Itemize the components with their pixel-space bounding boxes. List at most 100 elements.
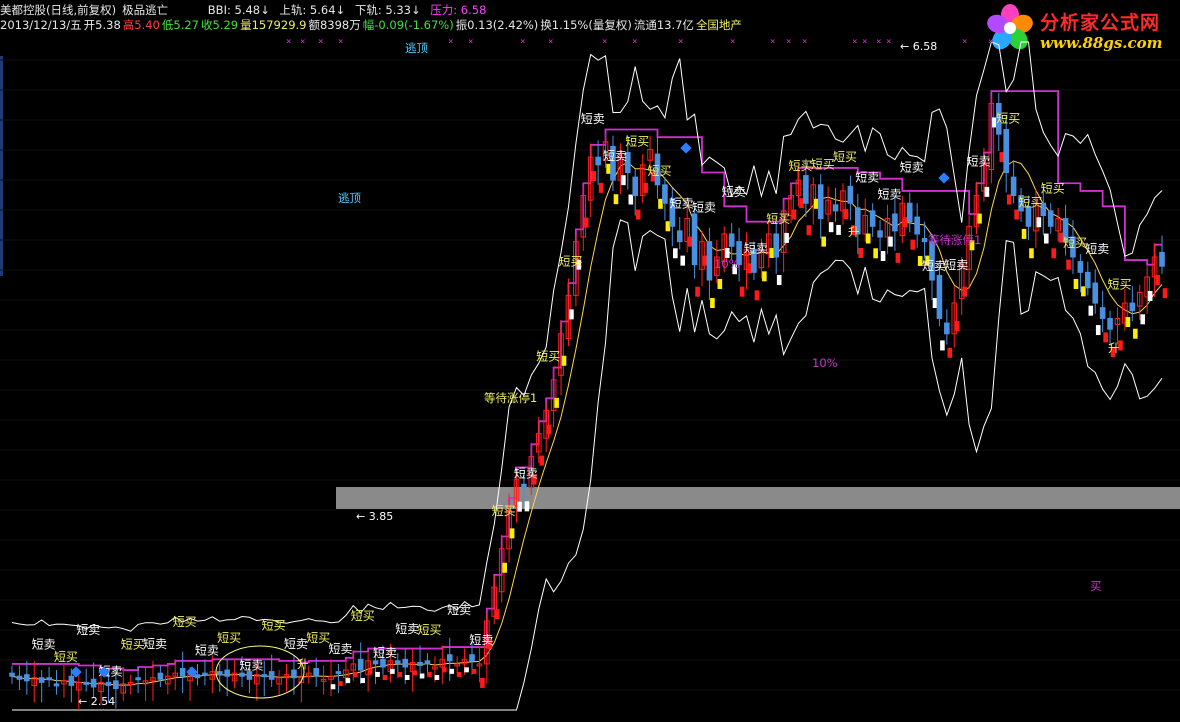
top-marker: × [962, 37, 967, 47]
quote-open: 开5.38 [83, 18, 121, 32]
diamond-marker [938, 172, 950, 184]
chart-annotation: 逃顶 [338, 191, 361, 205]
top-marker: × [802, 37, 807, 47]
signal-block [977, 213, 982, 224]
signal-block [932, 298, 938, 309]
signal-label: 短买 [766, 212, 790, 226]
signal-block [375, 671, 380, 677]
candle-body [105, 681, 112, 686]
signal-labels: 短卖短买短卖短卖短买短卖短买短卖短买短卖短买短卖短买短卖短买短卖短卖短买短卖短卖… [32, 112, 1132, 679]
candle-body [313, 668, 319, 677]
signal-label: 短卖 [239, 658, 263, 672]
signal-label: 短卖 [922, 259, 946, 273]
candle-body [90, 678, 97, 688]
signal-block [1021, 228, 1027, 239]
signal-block [680, 255, 686, 266]
quote-low: 低5.27 [161, 18, 199, 32]
signal-label: 短卖 [581, 112, 605, 126]
signal-label: 短卖 [1085, 242, 1109, 256]
signal-block [524, 501, 530, 512]
candle-body [268, 671, 275, 680]
chart-annotation: 升 [848, 225, 860, 239]
candle-body [817, 184, 824, 220]
price-annotation: ← 3.85 [356, 510, 393, 523]
signal-block [754, 290, 760, 301]
signal-block [591, 171, 597, 182]
signal-block [1125, 317, 1131, 328]
candle-body [16, 675, 23, 680]
chart-annotation: 逃顶 [405, 41, 428, 55]
signal-label: 短买 [1041, 181, 1065, 195]
signal-block [598, 182, 604, 193]
signal-block [517, 501, 522, 512]
lower-arrow: ↓ [410, 3, 421, 17]
candle-body [1047, 210, 1054, 227]
candle-body [892, 213, 898, 232]
signal-block [1088, 305, 1094, 316]
candle-body [24, 674, 30, 682]
signal-block [635, 209, 641, 220]
pressure-value: 压力: 6.58 [430, 3, 487, 17]
signal-block [546, 424, 552, 435]
signal-block [947, 347, 953, 358]
signal-label: 短卖 [722, 185, 746, 199]
candle-body [1129, 302, 1136, 312]
candle-body [1085, 271, 1091, 289]
candle-body [921, 238, 928, 243]
candle-body [676, 230, 683, 243]
indicator-name: 极品逃亡 [122, 3, 169, 17]
signal-label: 短卖 [877, 188, 901, 202]
candle-body [1159, 251, 1165, 267]
signal-block [717, 278, 723, 289]
signal-block [397, 671, 403, 677]
signal-label: 短卖 [944, 258, 968, 272]
candle-body [46, 677, 52, 681]
price-chart: 短卖短买短卖短卖短买短卖短买短卖短买短卖短买短卖短买短卖短买短卖短卖短买短卖短卖… [0, 37, 1180, 711]
top-marker: × [786, 37, 791, 47]
signal-block [509, 528, 515, 539]
signal-block [673, 248, 678, 259]
upper-band-value: 上轨: 5.64 [279, 3, 336, 17]
candle-body [194, 674, 201, 679]
signal-block [1147, 290, 1153, 301]
candle-body [1077, 261, 1084, 273]
signal-block [984, 186, 990, 197]
top-marker: × [862, 37, 867, 47]
signal-label: 短买 [1063, 236, 1087, 250]
signal-block [390, 668, 395, 674]
chart-annotation: 10% [714, 257, 740, 271]
signal-block [613, 194, 619, 205]
candle-body [417, 661, 423, 666]
candle-body [803, 175, 809, 204]
chart-annotation: 10% [812, 356, 838, 370]
signal-label: 短卖 [900, 161, 924, 175]
candle-body [335, 671, 342, 675]
candle-body [9, 672, 15, 677]
signal-block [665, 221, 671, 232]
signal-block [791, 209, 797, 220]
signal-label: 短卖 [76, 623, 100, 637]
signal-block [502, 562, 507, 573]
candle-body [239, 672, 245, 677]
signal-block [360, 678, 366, 684]
signal-label: 短卖 [195, 644, 219, 658]
signal-label: 短卖 [447, 603, 471, 617]
signal-label: 短买 [1107, 277, 1131, 291]
top-marker: × [602, 37, 607, 47]
signal-block [1014, 209, 1019, 220]
signal-block [606, 163, 611, 174]
candle-body [372, 660, 379, 665]
signal-block [888, 236, 893, 247]
signal-block [954, 321, 960, 332]
signal-block [873, 248, 878, 259]
candle-body [179, 668, 186, 677]
chart-annotation: 升 [1108, 341, 1120, 355]
candle-body [914, 216, 920, 235]
top-marker: × [468, 37, 473, 47]
signal-block [1140, 314, 1146, 325]
signal-label: 短卖 [284, 637, 308, 651]
signal-block [345, 678, 351, 684]
candle-body [157, 672, 164, 680]
signal-block [643, 182, 648, 193]
signal-block [561, 355, 567, 366]
